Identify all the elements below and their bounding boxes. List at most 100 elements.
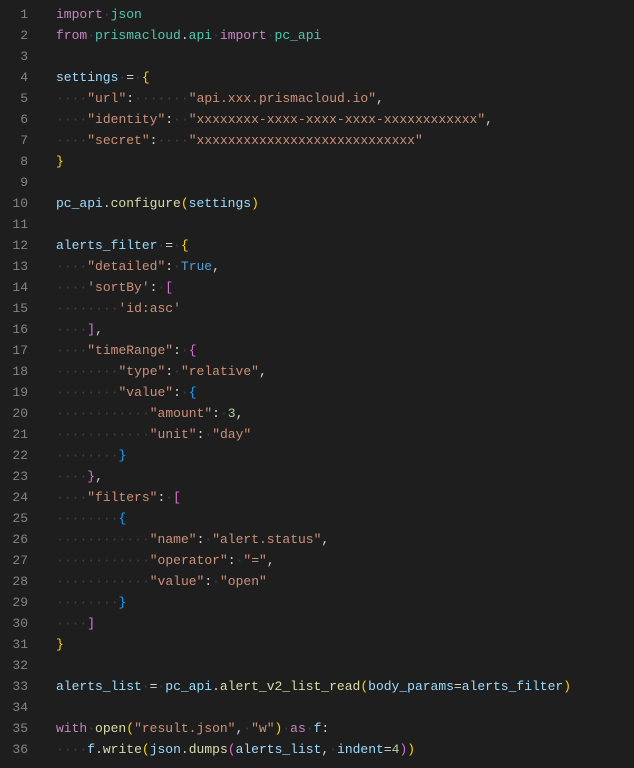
token-str: "xxxxxxxx-xxxx-xxxx-xxxx-xxxxxxxxxxxx"	[189, 112, 485, 127]
token-brace1: {	[181, 238, 189, 253]
whitespace-dot	[56, 448, 64, 463]
code-line[interactable]: "filters":[	[56, 487, 634, 508]
whitespace-dot	[173, 91, 181, 106]
code-line[interactable]: pc_api.configure(settings)	[56, 193, 634, 214]
whitespace-dot	[142, 574, 150, 589]
token-brace3: }	[119, 595, 127, 610]
code-line[interactable]	[56, 214, 634, 235]
line-number: 6	[0, 109, 28, 130]
code-line[interactable]: 'sortBy':[	[56, 277, 634, 298]
code-line[interactable]	[56, 655, 634, 676]
line-number: 19	[0, 382, 28, 403]
code-line[interactable]: }	[56, 634, 634, 655]
code-line[interactable]: alerts_filter={	[56, 235, 634, 256]
line-number: 16	[0, 319, 28, 340]
whitespace-dot	[95, 553, 103, 568]
code-line[interactable]: "identity":"xxxxxxxx-xxxx-xxxx-xxxx-xxxx…	[56, 109, 634, 130]
code-line[interactable]	[56, 172, 634, 193]
code-line[interactable]: "type":"relative",	[56, 361, 634, 382]
whitespace-dot	[142, 553, 150, 568]
token-brace1: }	[56, 154, 64, 169]
whitespace-dot	[64, 280, 72, 295]
code-line[interactable]: "name":"alert.status",	[56, 529, 634, 550]
token-var: pc_api	[56, 196, 103, 211]
token-op: :	[321, 721, 329, 736]
code-line[interactable]: 'id:asc'	[56, 298, 634, 319]
token-brace3: {	[189, 385, 197, 400]
code-line[interactable]: }	[56, 151, 634, 172]
code-line[interactable]: "value":"open"	[56, 571, 634, 592]
token-op: .	[103, 196, 111, 211]
whitespace-dot	[64, 532, 72, 547]
code-line[interactable]: "detailed":True,	[56, 256, 634, 277]
token-brace1: {	[142, 70, 150, 85]
token-var: alerts_filter	[56, 238, 157, 253]
whitespace-dot	[142, 532, 150, 547]
token-str: "value"	[150, 574, 205, 589]
whitespace-dot	[87, 553, 95, 568]
whitespace-dot	[64, 322, 72, 337]
token-mod: prismacloud	[95, 28, 181, 43]
code-line[interactable]: }	[56, 592, 634, 613]
whitespace-dot	[56, 406, 64, 421]
code-line[interactable]: "unit":"day"	[56, 424, 634, 445]
whitespace-dot	[111, 448, 119, 463]
whitespace-dot	[111, 511, 119, 526]
whitespace-dot	[134, 427, 142, 442]
whitespace-dot	[134, 91, 142, 106]
whitespace-dot	[64, 574, 72, 589]
token-brace2: ]	[87, 616, 95, 631]
whitespace-dot	[173, 133, 181, 148]
code-line[interactable]: alerts_list=pc_api.alert_v2_list_read(bo…	[56, 676, 634, 697]
code-line[interactable]: "timeRange":{	[56, 340, 634, 361]
code-line[interactable]: "url":"api.xxx.prismacloud.io",	[56, 88, 634, 109]
code-editor-content[interactable]: importjsonfromprismacloud.apiimportpc_ap…	[40, 0, 634, 768]
code-line[interactable]: settings={	[56, 67, 634, 88]
line-number: 25	[0, 508, 28, 529]
token-op: .	[95, 742, 103, 757]
token-brace2: {	[189, 343, 197, 358]
code-line[interactable]	[56, 697, 634, 718]
code-line[interactable]: ]	[56, 613, 634, 634]
line-number: 31	[0, 634, 28, 655]
code-line[interactable]: importjson	[56, 4, 634, 25]
token-brace1: )	[407, 742, 415, 757]
line-number: 12	[0, 235, 28, 256]
whitespace-dot	[111, 595, 119, 610]
token-str: "timeRange"	[87, 343, 173, 358]
token-str: 'id:asc'	[119, 301, 181, 316]
code-line[interactable]: "value":{	[56, 382, 634, 403]
whitespace-dot	[64, 742, 72, 757]
code-line[interactable]: },	[56, 466, 634, 487]
whitespace-dot	[173, 112, 181, 127]
whitespace-dot	[64, 427, 72, 442]
code-line[interactable]: "operator":"=",	[56, 550, 634, 571]
code-line[interactable]: f.write(json.dumps(alerts_list,indent=4)…	[56, 739, 634, 760]
line-number: 9	[0, 172, 28, 193]
whitespace-dot	[103, 385, 111, 400]
token-var: alerts_list	[236, 742, 322, 757]
code-line[interactable]: ],	[56, 319, 634, 340]
code-line[interactable]: "amount":3,	[56, 403, 634, 424]
token-mod: json	[111, 7, 142, 22]
code-line[interactable]: fromprismacloud.apiimportpc_api	[56, 25, 634, 46]
whitespace-dot	[64, 553, 72, 568]
whitespace-dot	[111, 385, 119, 400]
token-op: .	[212, 679, 220, 694]
code-line[interactable]: {	[56, 508, 634, 529]
token-str: "name"	[150, 532, 197, 547]
code-line[interactable]: "secret":"xxxxxxxxxxxxxxxxxxxxxxxxxxxx"	[56, 130, 634, 151]
code-line[interactable]	[56, 46, 634, 67]
line-number: 28	[0, 571, 28, 592]
whitespace-dot	[111, 364, 119, 379]
whitespace-dot	[56, 343, 64, 358]
token-op: ,	[485, 112, 493, 127]
token-var: pc_api	[165, 679, 212, 694]
whitespace-dot	[142, 91, 150, 106]
whitespace-dot	[64, 511, 72, 526]
whitespace-dot	[87, 721, 95, 736]
whitespace-dot	[64, 259, 72, 274]
code-line[interactable]: }	[56, 445, 634, 466]
token-str: "type"	[119, 364, 166, 379]
code-line[interactable]: withopen("result.json","w")asf:	[56, 718, 634, 739]
